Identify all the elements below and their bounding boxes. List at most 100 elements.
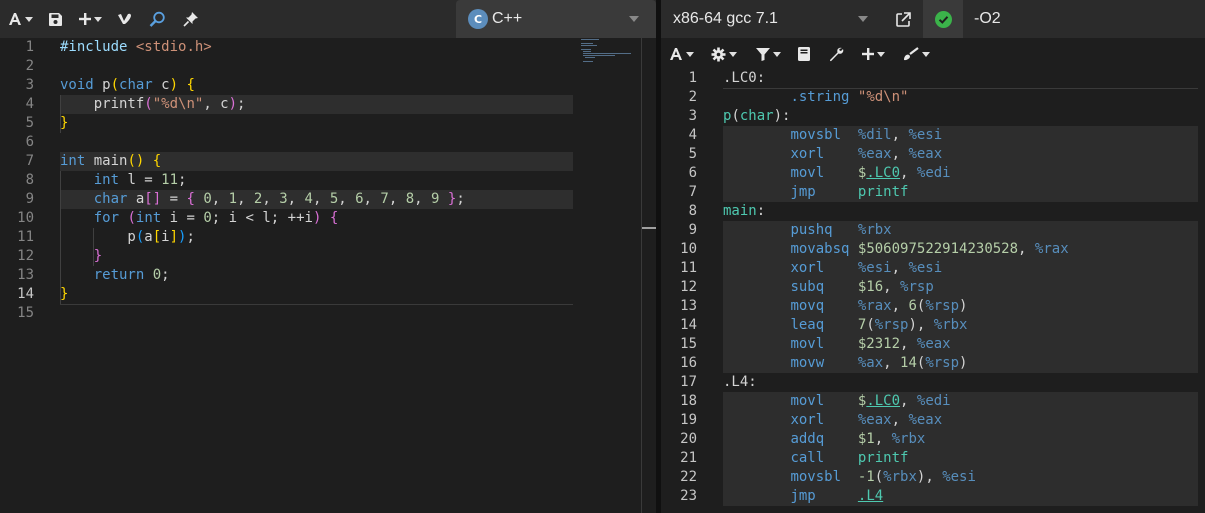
compiler-name: x86-64 gcc 7.1 bbox=[673, 10, 778, 27]
line-number: 11 bbox=[680, 260, 697, 276]
chevron-down-icon bbox=[629, 16, 639, 22]
line-number: 4 bbox=[25, 96, 34, 112]
book-icon[interactable] bbox=[795, 38, 813, 70]
asm-text: xorl %eax, %eax bbox=[790, 146, 943, 162]
brush-icon[interactable] bbox=[901, 38, 931, 70]
external-link-icon[interactable] bbox=[893, 0, 913, 38]
line-number: 11 bbox=[17, 229, 34, 245]
asm-text: movsbl %dil, %esi bbox=[790, 127, 943, 143]
font-icon[interactable] bbox=[667, 38, 695, 70]
compiler-toolbar: x86-64 gcc 7.1 -O2 bbox=[661, 0, 1205, 38]
save-icon[interactable] bbox=[46, 0, 64, 38]
line-number: 13 bbox=[680, 298, 697, 314]
indent-guide bbox=[60, 171, 61, 304]
line-number: 4 bbox=[688, 127, 697, 143]
compile-status-button[interactable] bbox=[923, 0, 963, 38]
source-editor-pane: C C++ 1 #include <stdio.h> 2 3 void p(char c… bbox=[0, 0, 656, 513]
line-number: 23 bbox=[680, 488, 697, 504]
line-number: 2 bbox=[25, 58, 34, 74]
line-number: 10 bbox=[17, 210, 34, 226]
vim-icon[interactable] bbox=[116, 0, 134, 38]
asm-text: jmp .L4 bbox=[790, 488, 884, 504]
line-number: 14 bbox=[680, 317, 697, 333]
line-number: 18 bbox=[680, 393, 697, 409]
line-number: 20 bbox=[680, 431, 697, 447]
editor-toolbar: C C++ bbox=[0, 0, 656, 38]
current-line-indicator bbox=[723, 88, 1198, 89]
code-text: } bbox=[93, 248, 103, 264]
line-number: 3 bbox=[25, 77, 34, 93]
asm-text: subq $16, %rsp bbox=[790, 279, 934, 295]
asm-text: .LC0: bbox=[723, 70, 766, 86]
line-number: 2 bbox=[688, 89, 697, 105]
filter-icon[interactable] bbox=[753, 38, 783, 70]
asm-text: leaq 7(%rsp), %rbx bbox=[790, 317, 968, 333]
line-number: 1 bbox=[688, 70, 697, 86]
asm-text: .string "%d\n" bbox=[790, 89, 909, 105]
minimap[interactable] bbox=[579, 38, 641, 513]
language-select[interactable]: C C++ bbox=[456, 0, 656, 38]
compiler-options[interactable]: -O2 bbox=[974, 10, 1001, 28]
asm-text: call printf bbox=[790, 450, 909, 466]
asm-text: movw %ax, 14(%rsp) bbox=[790, 355, 968, 371]
font-icon[interactable] bbox=[6, 0, 34, 38]
indent-guide bbox=[60, 95, 61, 133]
indent-guide bbox=[93, 228, 94, 266]
asm-text: addq $1, %rbx bbox=[790, 431, 926, 447]
asm-text: xorl %esi, %esi bbox=[790, 260, 943, 276]
pin-icon[interactable] bbox=[180, 0, 202, 38]
editor-scrollbar[interactable] bbox=[641, 38, 642, 513]
asm-text: movl $.LC0, %edi bbox=[790, 393, 951, 409]
asm-text: jmp printf bbox=[790, 184, 909, 200]
cpp-logo-icon: C bbox=[468, 9, 488, 29]
code-text: p(a[i]); bbox=[60, 229, 195, 245]
line-number: 5 bbox=[25, 115, 34, 131]
scroll-position-marker bbox=[642, 227, 656, 229]
wrench-icon[interactable] bbox=[827, 38, 845, 70]
line-number: 3 bbox=[688, 108, 697, 124]
line-number: 6 bbox=[25, 134, 34, 150]
code-text: #include <stdio.h> bbox=[60, 39, 212, 55]
line-number: 13 bbox=[17, 267, 34, 283]
compiler-pane: x86-64 gcc 7.1 -O2 1 .LC0: 2 .string "%d… bbox=[661, 0, 1205, 513]
code-text: for (int i = 0; i < l; ++i) { bbox=[93, 210, 339, 226]
line-number: 21 bbox=[680, 450, 697, 466]
line-number: 7 bbox=[688, 184, 697, 200]
check-circle-icon bbox=[934, 10, 952, 28]
asm-text: .L4: bbox=[723, 374, 757, 390]
code-text: int l = 11; bbox=[93, 172, 187, 188]
asm-text: movl $.LC0, %edi bbox=[790, 165, 951, 181]
chevron-down-icon bbox=[858, 16, 868, 22]
line-number: 7 bbox=[25, 153, 34, 169]
asm-text: xorl %eax, %eax bbox=[790, 412, 943, 428]
code-text: char a[] = { 0, 1, 2, 3, 4, 5, 6, 7, 8, … bbox=[93, 191, 465, 207]
asm-text: main: bbox=[723, 203, 766, 219]
asm-text: p(char): bbox=[723, 108, 791, 124]
line-number: 14 bbox=[17, 286, 34, 302]
line-number: 6 bbox=[688, 165, 697, 181]
line-number: 12 bbox=[17, 248, 34, 264]
code-text: printf("%d\n", c); bbox=[60, 96, 246, 112]
compiler-select[interactable]: x86-64 gcc 7.1 bbox=[661, 0, 881, 38]
language-name: C++ bbox=[492, 10, 523, 27]
line-number: 1 bbox=[25, 39, 34, 55]
asm-text: movsbl -1(%rbx), %esi bbox=[790, 469, 976, 485]
line-number: 9 bbox=[25, 191, 34, 207]
plus-icon[interactable] bbox=[76, 0, 104, 38]
current-line-indicator bbox=[60, 304, 573, 305]
line-number: 8 bbox=[688, 203, 697, 219]
line-number: 17 bbox=[680, 374, 697, 390]
line-number: 10 bbox=[680, 241, 697, 257]
line-number: 15 bbox=[17, 305, 34, 321]
gear-icon[interactable] bbox=[709, 38, 739, 70]
plus-icon[interactable] bbox=[859, 38, 887, 70]
code-text: return 0; bbox=[93, 267, 170, 283]
asm-text: movq %rax, 6(%rsp) bbox=[790, 298, 968, 314]
magnifier-icon[interactable] bbox=[146, 0, 168, 38]
line-number: 8 bbox=[25, 172, 34, 188]
line-number: 5 bbox=[688, 146, 697, 162]
line-number: 22 bbox=[680, 469, 697, 485]
line-number: 16 bbox=[680, 355, 697, 371]
line-number: 9 bbox=[688, 222, 697, 238]
line-number: 19 bbox=[680, 412, 697, 428]
